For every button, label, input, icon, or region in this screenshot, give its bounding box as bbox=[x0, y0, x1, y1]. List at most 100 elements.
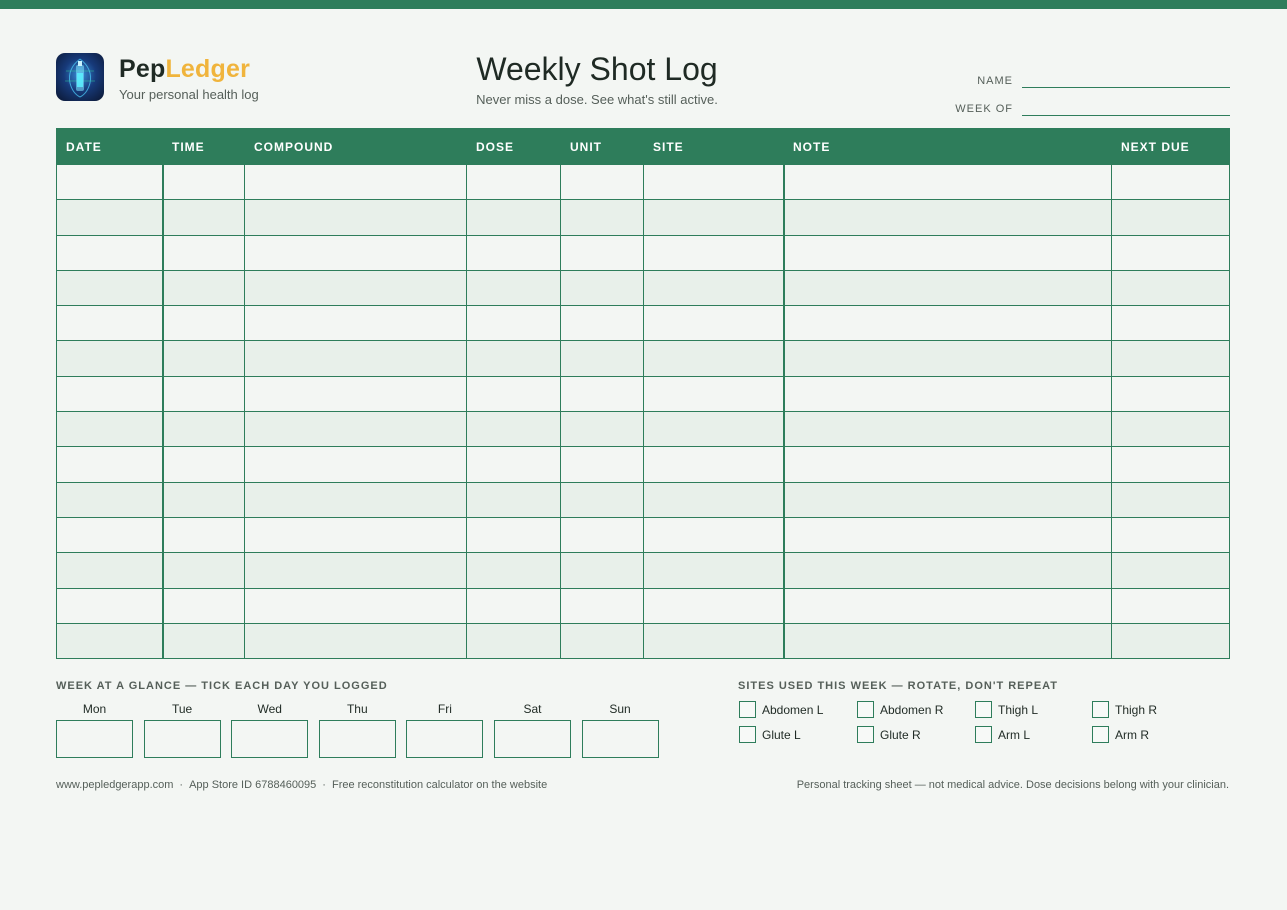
table-cell[interactable] bbox=[56, 234, 163, 271]
table-cell[interactable] bbox=[466, 375, 561, 413]
table-cell[interactable] bbox=[782, 234, 1112, 271]
checkbox[interactable] bbox=[857, 726, 874, 743]
table-cell[interactable] bbox=[560, 622, 644, 660]
checkbox[interactable] bbox=[1092, 701, 1109, 718]
table-cell[interactable] bbox=[782, 622, 1112, 660]
day-checkbox-sat[interactable] bbox=[493, 720, 571, 758]
table-cell[interactable] bbox=[782, 516, 1112, 554]
day-checkbox-thu[interactable] bbox=[318, 720, 396, 758]
table-cell[interactable] bbox=[1111, 622, 1230, 660]
day-checkbox-sun[interactable] bbox=[581, 720, 659, 758]
table-cell[interactable] bbox=[466, 269, 561, 307]
day-checkbox-mon[interactable] bbox=[56, 720, 133, 758]
table-cell[interactable] bbox=[466, 622, 561, 660]
table-cell[interactable] bbox=[1111, 446, 1230, 483]
table-cell[interactable] bbox=[56, 163, 163, 201]
table-cell[interactable] bbox=[161, 622, 245, 660]
table-cell[interactable] bbox=[161, 305, 245, 342]
site-glute-l[interactable]: Glute L bbox=[739, 726, 857, 743]
table-cell[interactable] bbox=[643, 269, 784, 307]
table-cell[interactable] bbox=[466, 481, 561, 518]
table-cell[interactable] bbox=[643, 305, 784, 342]
table-cell[interactable] bbox=[56, 481, 163, 518]
table-cell[interactable] bbox=[560, 516, 644, 554]
table-cell[interactable] bbox=[643, 163, 784, 201]
site-glute-r[interactable]: Glute R bbox=[857, 726, 975, 743]
table-cell[interactable] bbox=[1111, 199, 1230, 236]
table-cell[interactable] bbox=[466, 587, 561, 624]
table-cell[interactable] bbox=[466, 305, 561, 342]
site-arm-r[interactable]: Arm R bbox=[1092, 726, 1199, 743]
table-cell[interactable] bbox=[643, 446, 784, 483]
table-cell[interactable] bbox=[782, 411, 1112, 448]
table-cell[interactable] bbox=[161, 552, 245, 589]
table-cell[interactable] bbox=[466, 340, 561, 377]
table-cell[interactable] bbox=[244, 622, 467, 660]
site-thigh-r[interactable]: Thigh R bbox=[1092, 701, 1199, 718]
table-cell[interactable] bbox=[560, 411, 644, 448]
table-cell[interactable] bbox=[782, 552, 1112, 589]
table-cell[interactable] bbox=[56, 375, 163, 413]
table-cell[interactable] bbox=[244, 163, 467, 201]
checkbox[interactable] bbox=[975, 701, 992, 718]
table-cell[interactable] bbox=[560, 163, 644, 201]
checkbox[interactable] bbox=[739, 726, 756, 743]
table-cell[interactable] bbox=[161, 340, 245, 377]
table-cell[interactable] bbox=[560, 199, 644, 236]
site-thigh-l[interactable]: Thigh L bbox=[975, 701, 1092, 718]
table-cell[interactable] bbox=[161, 481, 245, 518]
table-cell[interactable] bbox=[643, 481, 784, 518]
table-cell[interactable] bbox=[161, 234, 245, 271]
table-cell[interactable] bbox=[244, 481, 467, 518]
table-cell[interactable] bbox=[161, 375, 245, 413]
table-cell[interactable] bbox=[56, 411, 163, 448]
table-cell[interactable] bbox=[56, 269, 163, 307]
table-cell[interactable] bbox=[161, 587, 245, 624]
table-cell[interactable] bbox=[560, 305, 644, 342]
table-cell[interactable] bbox=[643, 552, 784, 589]
table-cell[interactable] bbox=[161, 269, 245, 307]
table-cell[interactable] bbox=[244, 446, 467, 483]
table-cell[interactable] bbox=[244, 234, 467, 271]
footer-website-link[interactable]: www.pepledgerapp.com bbox=[56, 779, 173, 791]
table-cell[interactable] bbox=[643, 199, 784, 236]
table-cell[interactable] bbox=[466, 446, 561, 483]
table-cell[interactable] bbox=[560, 587, 644, 624]
table-cell[interactable] bbox=[782, 446, 1112, 483]
table-cell[interactable] bbox=[643, 375, 784, 413]
table-cell[interactable] bbox=[244, 552, 467, 589]
table-cell[interactable] bbox=[244, 269, 467, 307]
table-cell[interactable] bbox=[161, 199, 245, 236]
day-checkbox-fri[interactable] bbox=[406, 720, 484, 758]
table-cell[interactable] bbox=[56, 587, 163, 624]
checkbox[interactable] bbox=[739, 701, 756, 718]
checkbox[interactable] bbox=[857, 701, 874, 718]
table-cell[interactable] bbox=[161, 411, 245, 448]
site-abdomen-r[interactable]: Abdomen R bbox=[857, 701, 975, 718]
table-cell[interactable] bbox=[1111, 587, 1230, 624]
table-cell[interactable] bbox=[560, 340, 644, 377]
table-cell[interactable] bbox=[560, 446, 644, 483]
table-cell[interactable] bbox=[244, 199, 467, 236]
table-cell[interactable] bbox=[244, 411, 467, 448]
week-of-field[interactable] bbox=[1022, 102, 1230, 116]
table-cell[interactable] bbox=[466, 163, 561, 201]
table-cell[interactable] bbox=[1111, 340, 1230, 377]
table-cell[interactable] bbox=[161, 446, 245, 483]
name-field[interactable] bbox=[1022, 74, 1230, 88]
table-cell[interactable] bbox=[466, 552, 561, 589]
table-cell[interactable] bbox=[161, 163, 245, 201]
table-cell[interactable] bbox=[782, 305, 1112, 342]
table-cell[interactable] bbox=[56, 516, 163, 554]
table-cell[interactable] bbox=[643, 622, 784, 660]
table-cell[interactable] bbox=[56, 199, 163, 236]
table-cell[interactable] bbox=[466, 516, 561, 554]
day-checkbox-tue[interactable] bbox=[143, 720, 221, 758]
table-cell[interactable] bbox=[1111, 516, 1230, 554]
table-cell[interactable] bbox=[1111, 411, 1230, 448]
table-cell[interactable] bbox=[466, 199, 561, 236]
table-cell[interactable] bbox=[56, 340, 163, 377]
table-cell[interactable] bbox=[643, 340, 784, 377]
table-cell[interactable] bbox=[1111, 163, 1230, 201]
table-cell[interactable] bbox=[466, 234, 561, 271]
